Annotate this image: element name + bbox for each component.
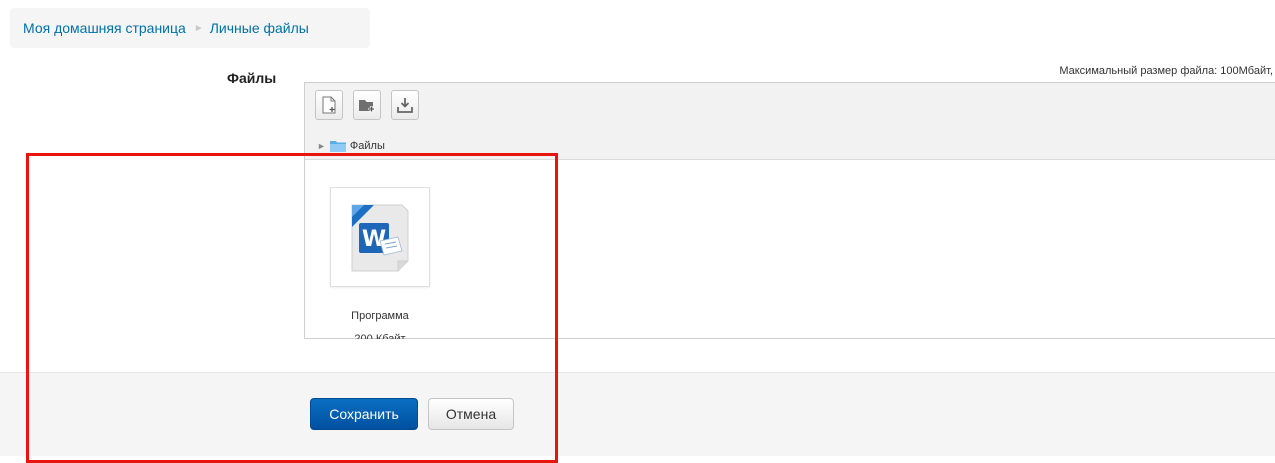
file-manager-toolbar [305,83,1275,134]
word-document-icon: W [351,204,409,272]
download-all-button[interactable] [391,90,419,120]
breadcrumb-private-files-link[interactable]: Личные файлы [210,20,309,36]
expand-arrow-icon[interactable]: ► [317,141,326,151]
max-file-size-text: Максимальный размер файла: 100Мбайт, [1059,65,1273,77]
file-thumbnail[interactable]: W [330,187,430,287]
breadcrumb-separator-icon: ► [193,22,204,34]
cancel-button[interactable]: Отмена [428,398,514,430]
file-size: 200 Кбайт [354,333,406,339]
file-name[interactable]: Программа [330,310,430,322]
breadcrumb-home-link[interactable]: Моя домашняя страница [23,20,186,36]
breadcrumb: Моя домашняя страница ► Личные файлы [10,8,370,48]
file-manager: ► Файлы W Программа 200 Кбайт [304,82,1275,339]
folder-icon [329,140,346,152]
download-icon [397,98,413,113]
create-folder-button[interactable] [353,90,381,120]
save-button[interactable]: Сохранить [310,398,418,430]
create-folder-icon [359,100,375,112]
file-item[interactable]: W Программа 200 Кбайт [330,187,434,339]
add-file-button[interactable] [315,90,343,120]
add-file-icon [322,96,336,114]
form-actions: Сохранить Отмена [0,372,1275,456]
files-field-label: Файлы [227,70,277,86]
file-manager-path-bar: ► Файлы [305,133,1275,160]
path-folder-label[interactable]: Файлы [350,140,385,152]
